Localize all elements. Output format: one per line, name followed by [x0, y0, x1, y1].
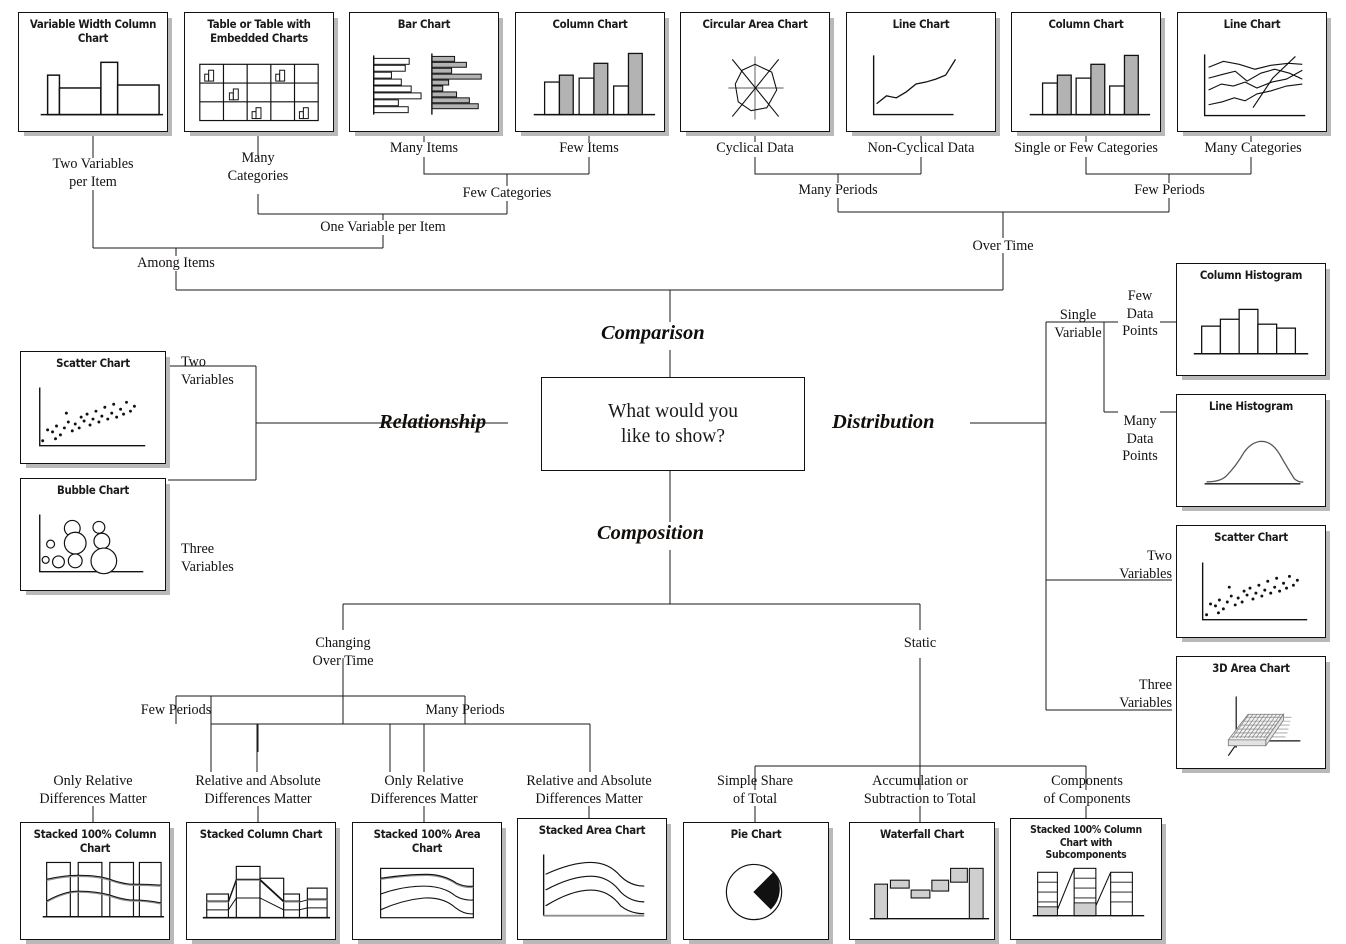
label-relative-absolute-differences-2: Relative and Absolute Differences Matter	[526, 773, 652, 807]
label-few-data-points: Few Data Points	[1122, 288, 1158, 339]
thumb-scatter-distribution	[1201, 562, 1308, 621]
card-scatter-chart-relationship[interactable]: Scatter Chart	[20, 351, 166, 464]
card-line-chart-many-categories[interactable]: Line Chart	[1177, 12, 1327, 132]
thumb-stacked-100-subcomponents	[1032, 867, 1145, 917]
card-stacked-column-chart[interactable]: Stacked Column Chart	[186, 822, 336, 940]
card-bubble-chart-relationship[interactable]: Bubble Chart	[20, 478, 166, 591]
label-components-of-components: Components of Components	[1043, 773, 1131, 807]
thumb-line-chart-many-categories	[1203, 54, 1306, 117]
thumb-bubble-chart	[39, 514, 144, 575]
card-stacked-100-column-with-subcomponents[interactable]: Stacked 100% Column Chart with Subcompon…	[1010, 818, 1162, 940]
hub-line-2: like to show?	[621, 426, 725, 447]
card-stacked-100-column-chart[interactable]: Stacked 100% Column Chart	[20, 822, 170, 940]
label-two-variables-per-item: Two Variables per Item	[52, 156, 134, 190]
thumb-pie-chart	[725, 863, 783, 921]
hub-text: What would you like to show?	[608, 399, 738, 449]
thumb-line-chart-non-cyclical	[872, 55, 957, 116]
label-many-data-points: Many Data Points	[1122, 413, 1158, 464]
branch-label-composition: Composition	[597, 522, 705, 544]
thumb-column-chart-few	[533, 52, 656, 116]
thumb-waterfall-chart	[869, 867, 990, 920]
thumb-column-histogram	[1193, 308, 1309, 355]
card-3d-area-chart[interactable]: 3D Area Chart	[1176, 656, 1326, 769]
label-non-cyclical-data: Non-Cyclical Data	[867, 140, 975, 156]
label-many-periods-composition: Many Periods	[425, 702, 505, 718]
label-many-categories-table: Many Categories	[227, 150, 289, 184]
label-accumulation-subtraction: Accumulation or Subtraction to Total	[863, 773, 977, 807]
thumb-bar-chart	[372, 53, 482, 115]
card-pie-chart[interactable]: Pie Chart	[683, 822, 829, 940]
label-static: Static	[903, 635, 937, 651]
label-two-variables-distribution: Two Variables	[1119, 548, 1172, 582]
card-variable-width-column-chart[interactable]: Variable Width Column Chart	[18, 12, 168, 132]
thumb-3d-area-chart	[1227, 696, 1301, 756]
thumb-table-embedded-charts	[199, 63, 319, 122]
label-many-items: Many Items	[389, 140, 459, 156]
label-single-variable: Single Variable	[1054, 307, 1102, 341]
label-many-periods-top: Many Periods	[798, 182, 878, 198]
label-three-variables-relationship: Three Variables	[181, 541, 234, 575]
card-column-chart-single-or-few-categories[interactable]: Column Chart	[1011, 12, 1161, 132]
hub-line-1: What would you	[608, 401, 738, 422]
label-relative-absolute-differences-1: Relative and Absolute Differences Matter	[195, 773, 321, 807]
label-few-categories: Few Categories	[462, 185, 552, 201]
label-changing-over-time: Changing Over Time	[312, 635, 374, 669]
thumb-stacked-area	[542, 854, 645, 917]
card-line-chart-non-cyclical[interactable]: Line Chart	[846, 12, 996, 132]
card-stacked-100-area-chart[interactable]: Stacked 100% Area Chart	[352, 822, 502, 940]
card-bar-chart[interactable]: Bar Chart	[349, 12, 499, 132]
label-one-variable-per-item: One Variable per Item	[320, 219, 446, 235]
thumb-stacked-100-column	[42, 861, 165, 918]
branch-label-relationship: Relationship	[379, 411, 487, 433]
label-among-items: Among Items	[137, 255, 215, 271]
label-only-relative-differences-1: Only Relative Differences Matter	[39, 773, 147, 807]
branch-label-comparison: Comparison	[601, 322, 705, 344]
label-over-time: Over Time	[972, 238, 1034, 254]
thumb-column-chart-single	[1029, 54, 1151, 116]
branch-label-distribution: Distribution	[832, 411, 935, 433]
thumb-scatter-relationship	[39, 387, 146, 447]
label-simple-share-of-total: Simple Share of Total	[716, 773, 794, 807]
thumb-stacked-100-area	[380, 867, 474, 919]
thumb-circular-area-chart	[728, 56, 784, 120]
label-cyclical-data: Cyclical Data	[716, 140, 794, 156]
thumb-stacked-column	[202, 865, 331, 919]
card-line-histogram[interactable]: Line Histogram	[1176, 394, 1326, 507]
card-column-chart-few-items[interactable]: Column Chart	[515, 12, 665, 132]
label-few-items: Few Items	[559, 140, 619, 156]
label-few-periods-composition: Few Periods	[140, 702, 212, 718]
central-question-box: What would you like to show?	[541, 377, 805, 471]
label-two-variables-relationship: Two Variables	[181, 354, 234, 388]
label-single-or-few-categories: Single or Few Categories	[1014, 140, 1158, 156]
label-only-relative-differences-2: Only Relative Differences Matter	[370, 773, 478, 807]
label-many-categories-line: Many Categories	[1204, 140, 1302, 156]
card-stacked-area-chart[interactable]: Stacked Area Chart	[517, 818, 667, 940]
label-few-periods-top: Few Periods	[1134, 182, 1205, 198]
card-waterfall-chart[interactable]: Waterfall Chart	[849, 822, 995, 940]
label-three-variables-distribution: Three Variables	[1119, 677, 1172, 711]
card-circular-area-chart[interactable]: Circular Area Chart	[680, 12, 830, 132]
thumb-variable-width-column	[40, 61, 164, 116]
card-table-or-table-with-embedded-charts[interactable]: Table or Table with Embedded Charts	[184, 12, 334, 132]
thumb-line-histogram	[1204, 440, 1304, 485]
chart-suggestion-diagram: Variable Width Column Chart Table or Tab…	[0, 0, 1346, 944]
card-scatter-chart-distribution[interactable]: Scatter Chart	[1176, 525, 1326, 638]
card-column-histogram[interactable]: Column Histogram	[1176, 263, 1326, 376]
